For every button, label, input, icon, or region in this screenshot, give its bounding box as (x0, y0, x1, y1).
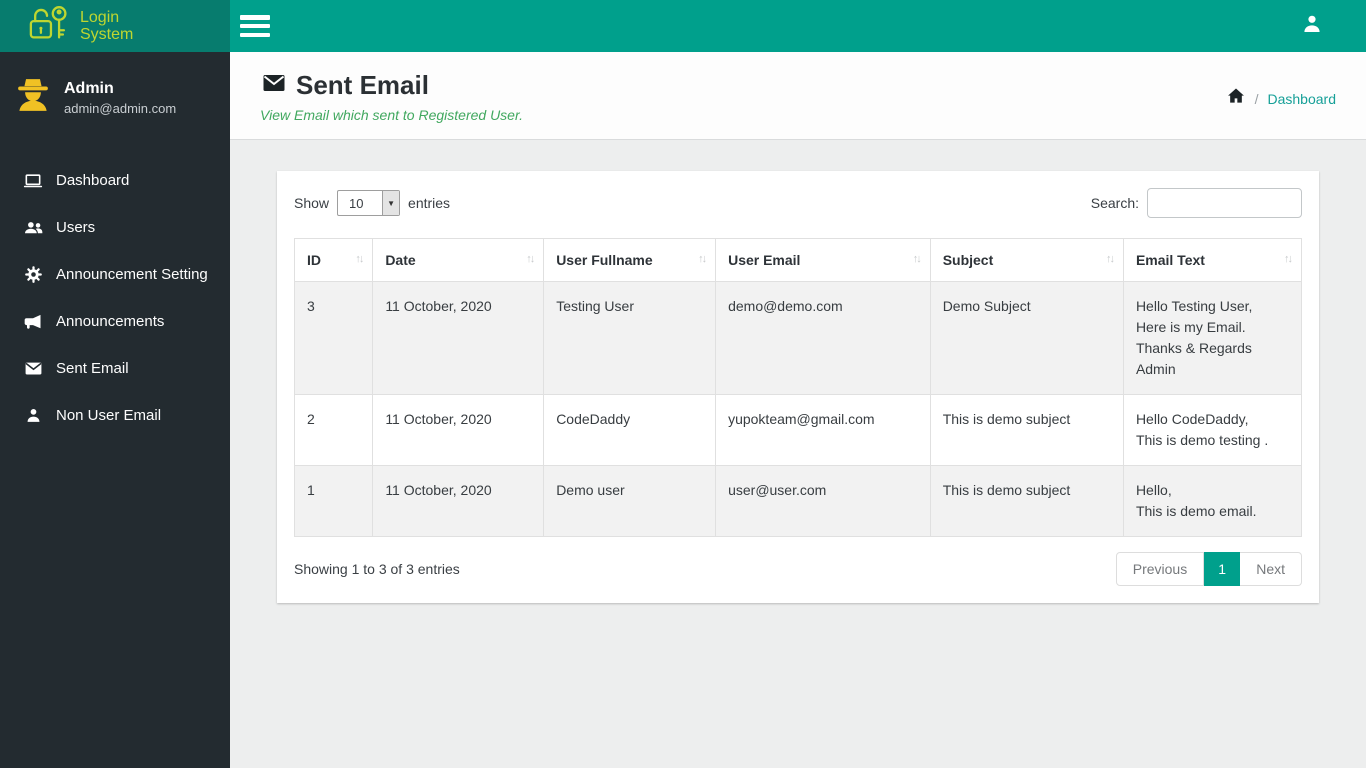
entries-label: entries (408, 195, 451, 211)
cell-fullname: CodeDaddy (543, 394, 717, 466)
content-area: Show 10 ▼ entries Search: ID↑↓ Date↑↓ (230, 141, 1366, 768)
sort-icon: ↑↓ (355, 253, 364, 265)
cell-date: 11 October, 2020 (372, 394, 545, 466)
cell-id: 3 (293, 281, 374, 395)
cell-email-text: Hello CodeDaddy, This is demo testing . (1122, 394, 1303, 466)
page-subtitle: View Email which sent to Registered User… (260, 107, 523, 123)
column-header-email[interactable]: User Email ↑↓ (715, 238, 931, 282)
home-icon[interactable] (1226, 86, 1246, 111)
cell-subject: This is demo subject (929, 394, 1124, 466)
sidebar-item-sent-email[interactable]: Sent Email (0, 345, 230, 392)
sort-icon: ↑↓ (1105, 253, 1115, 265)
sidebar-item-users[interactable]: Users (0, 204, 230, 251)
page-title: Sent Email (296, 70, 429, 100)
laptop-icon (20, 171, 46, 191)
breadcrumb-separator: / (1254, 90, 1259, 107)
table-header-row: ID ↑↓ Date ↑↓ User Fullname ↑↓ User Email ↑↓… (293, 238, 1303, 282)
breadcrumb-link-dashboard[interactable]: Dashboard (1268, 91, 1337, 107)
user-icon (1300, 12, 1324, 41)
sidebar-item-dashboard[interactable]: Dashboard (0, 157, 230, 204)
page-length-select[interactable]: 10 ▼ (337, 190, 401, 216)
show-label: Show (294, 195, 330, 211)
table-row: 1 11 October, 2020 Demo user user@user.c… (293, 465, 1303, 537)
cell-id: 1 (293, 465, 374, 537)
app-logo[interactable]: Login System (0, 0, 230, 52)
table-row: 2 11 October, 2020 CodeDaddy yupokteam@g… (293, 394, 1303, 466)
cell-id: 2 (293, 394, 374, 466)
cell-subject: Demo Subject (929, 281, 1124, 395)
admin-name: Admin (64, 79, 114, 97)
topbar: Login System (0, 0, 1366, 52)
sort-icon: ↑↓ (698, 253, 707, 265)
column-header-id[interactable]: ID ↑↓ (293, 238, 374, 282)
cell-email-text: Hello Testing User, Here is my Email. Th… (1122, 281, 1303, 395)
cell-date: 11 October, 2020 (372, 281, 545, 395)
menu-toggle-button[interactable] (240, 15, 270, 37)
user-menu-button[interactable] (1300, 12, 1324, 41)
column-header-subject[interactable]: Subject ↑↓ (929, 238, 1124, 282)
sent-email-table: ID ↑↓ Date ↑↓ User Fullname ↑↓ User Email ↑↓… (293, 238, 1303, 537)
spy-avatar-icon (14, 76, 52, 119)
app-title: Login System (80, 9, 134, 43)
page-header: Sent Email View Email which sent to Regi… (230, 52, 1366, 140)
cell-date: 11 October, 2020 (372, 465, 545, 537)
cell-email: demo@demo.com (715, 281, 931, 395)
page-length-control: Show 10 ▼ entries (294, 190, 450, 216)
page-length-value: 10 (349, 195, 364, 211)
page-number-button[interactable]: 1 (1204, 552, 1241, 586)
sidebar-menu: Dashboard Users Announcement Setting Ann… (0, 157, 230, 439)
envelope-title-icon (260, 71, 288, 100)
chevron-down-icon: ▼ (382, 191, 400, 215)
next-page-button[interactable]: Next (1240, 552, 1302, 586)
breadcrumb: / Dashboard (1226, 86, 1336, 111)
cell-email: yupokteam@gmail.com (715, 394, 931, 466)
datatable-card: Show 10 ▼ entries Search: ID↑↓ Date↑↓ (277, 171, 1319, 603)
cell-subject: This is demo subject (929, 465, 1124, 537)
table-info: Showing 1 to 3 of 3 entries (294, 561, 460, 577)
sidebar-item-announcement-setting[interactable]: Announcement Setting (0, 251, 230, 298)
users-icon (20, 217, 46, 238)
sort-icon: ↑↓ (1284, 253, 1293, 265)
sort-icon: ↑↓ (912, 253, 922, 265)
lock-key-icon (28, 3, 72, 50)
sort-icon: ↑↓ (526, 253, 535, 265)
search-input[interactable] (1147, 188, 1302, 218)
cell-fullname: Testing User (543, 281, 717, 395)
admin-profile: Admin admin@admin.com (0, 52, 230, 139)
pagination: Previous 1 Next (1115, 552, 1302, 586)
cell-email-text: Hello, This is demo email. (1122, 465, 1303, 537)
column-header-date[interactable]: Date ↑↓ (372, 238, 545, 282)
column-header-email-text[interactable]: Email Text ↑↓ (1122, 238, 1303, 282)
previous-page-button[interactable]: Previous (1115, 552, 1205, 586)
search-control: Search: (1091, 188, 1302, 218)
cell-email: user@user.com (715, 465, 931, 537)
cell-fullname: Demo user (543, 465, 717, 537)
search-label: Search: (1090, 195, 1139, 211)
gear-icon (20, 265, 46, 284)
table-row: 3 11 October, 2020 Testing User demo@dem… (293, 281, 1303, 395)
bullhorn-icon (20, 312, 46, 332)
sidebar: Admin admin@admin.com Dashboard Users An… (0, 52, 230, 768)
column-header-fullname[interactable]: User Fullname ↑↓ (543, 238, 717, 282)
sidebar-item-announcements[interactable]: Announcements (0, 298, 230, 345)
person-icon (20, 406, 46, 425)
sidebar-item-non-user-email[interactable]: Non User Email (0, 392, 230, 439)
envelope-icon (20, 359, 46, 378)
admin-email: admin@admin.com (64, 100, 177, 116)
